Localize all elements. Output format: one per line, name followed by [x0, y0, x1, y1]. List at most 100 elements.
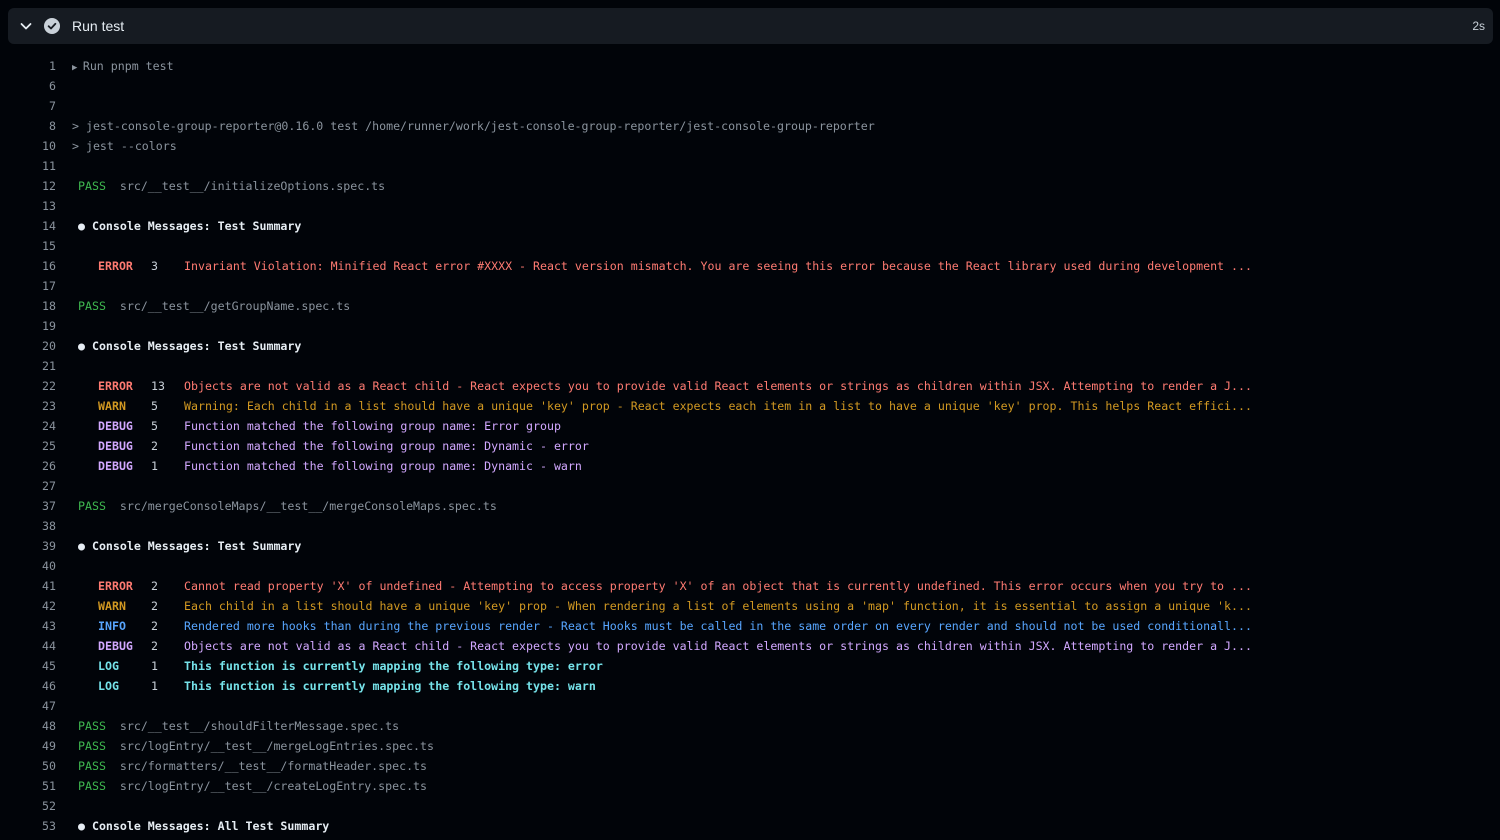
log-line[interactable]: 14 ● Console Messages: Test Summary — [0, 216, 1500, 236]
line-number[interactable]: 38 — [0, 516, 56, 536]
log-line[interactable]: 49 PASS src/logEntry/__test__/mergeLogEnt… — [0, 736, 1500, 756]
log-line[interactable]: 17 — [0, 276, 1500, 296]
line-number[interactable]: 11 — [0, 156, 56, 176]
line-number[interactable]: 6 — [0, 76, 56, 96]
log-line[interactable]: 46 LOG 1 This function is currently mapping… — [0, 676, 1500, 696]
line-number[interactable]: 12 — [0, 176, 56, 196]
log-line[interactable]: 15 — [0, 236, 1500, 256]
line-number[interactable]: 46 — [0, 676, 56, 696]
message-count: 3 — [151, 259, 158, 273]
line-number[interactable]: 44 — [0, 636, 56, 656]
log-level: ERROR — [98, 579, 133, 593]
line-number[interactable]: 8 — [0, 116, 56, 136]
line-number[interactable]: 24 — [0, 416, 56, 436]
line-number[interactable]: 48 — [0, 716, 56, 736]
message-text: Cannot read property 'X' of undefined - … — [184, 579, 1252, 593]
log-line[interactable]: 1 ▶ Run pnpm test — [0, 56, 1500, 76]
line-number[interactable]: 23 — [0, 396, 56, 416]
log-line[interactable]: 13 — [0, 196, 1500, 216]
pass-badge: PASS — [78, 499, 106, 513]
line-number[interactable]: 50 — [0, 756, 56, 776]
log-line[interactable]: 19 — [0, 316, 1500, 336]
log-line[interactable]: 21 — [0, 356, 1500, 376]
log-line[interactable]: 24 DEBUG 5 Function matched the following g… — [0, 416, 1500, 436]
log-line[interactable]: 48 PASS src/__test__/shouldFilterMessage.… — [0, 716, 1500, 736]
line-number[interactable]: 14 — [0, 216, 56, 236]
chevron-down-icon[interactable] — [18, 18, 34, 34]
log-line[interactable]: 43 INFO 2 Rendered more hooks than during t… — [0, 616, 1500, 636]
line-number[interactable]: 26 — [0, 456, 56, 476]
line-number[interactable]: 7 — [0, 96, 56, 116]
line-number[interactable]: 37 — [0, 496, 56, 516]
log-line[interactable]: 27 — [0, 476, 1500, 496]
console-entry: DEBUG 2 Function matched the following gro… — [98, 436, 589, 456]
line-number[interactable]: 42 — [0, 596, 56, 616]
log-line[interactable]: 40 — [0, 556, 1500, 576]
line-number[interactable]: 40 — [0, 556, 56, 576]
line-number[interactable]: 20 — [0, 336, 56, 356]
line-number[interactable]: 45 — [0, 656, 56, 676]
line-number[interactable]: 52 — [0, 796, 56, 816]
line-number[interactable]: 1 — [0, 56, 56, 76]
log-line[interactable]: 10 > jest --colors — [0, 136, 1500, 156]
log-line[interactable]: 42 WARN 2 Each child in a list should have … — [0, 596, 1500, 616]
line-number[interactable]: 27 — [0, 476, 56, 496]
log-line[interactable]: 45 LOG 1 This function is currently mapping… — [0, 656, 1500, 676]
log-line[interactable]: 53 ● Console Messages: All Test Summary — [0, 816, 1500, 836]
log-line[interactable]: 37 PASS src/mergeConsoleMaps/__test__/mer… — [0, 496, 1500, 516]
log-line[interactable]: 7 — [0, 96, 1500, 116]
test-result: PASS src/__test__/shouldFilterMessage.sp… — [78, 716, 399, 736]
log-line[interactable]: 16 ERROR 3 Invariant Violation: Minified Re… — [0, 256, 1500, 276]
line-number[interactable]: 49 — [0, 736, 56, 756]
line-number[interactable]: 51 — [0, 776, 56, 796]
log-level: DEBUG — [98, 439, 133, 453]
log-line[interactable]: 41 ERROR 2 Cannot read property 'X' of unde… — [0, 576, 1500, 596]
test-result: PASS src/logEntry/__test__/mergeLogEntri… — [78, 736, 434, 756]
group-label: Run pnpm test — [82, 59, 174, 73]
message-text: Objects are not valid as a React child -… — [184, 379, 1252, 393]
line-number[interactable]: 15 — [0, 236, 56, 256]
line-number[interactable]: 10 — [0, 136, 56, 156]
log-line[interactable]: 20 ● Console Messages: Test Summary — [0, 336, 1500, 356]
log-line[interactable]: 6 — [0, 76, 1500, 96]
line-number[interactable]: 53 — [0, 816, 56, 836]
log-line[interactable]: 8 > jest-console-group-reporter@0.16.0 te… — [0, 116, 1500, 136]
line-number[interactable]: 21 — [0, 356, 56, 376]
message-text: Objects are not valid as a React child -… — [184, 639, 1252, 653]
line-number[interactable]: 47 — [0, 696, 56, 716]
log-line[interactable]: 23 WARN 5 Warning: Each child in a list sho… — [0, 396, 1500, 416]
log-line[interactable]: 52 — [0, 796, 1500, 816]
log-line[interactable]: 44 DEBUG 2 Objects are not valid as a React… — [0, 636, 1500, 656]
log-line[interactable]: 38 — [0, 516, 1500, 536]
message-count: 2 — [151, 439, 158, 453]
log-line[interactable]: 12 PASS src/__test__/initializeOptions.sp… — [0, 176, 1500, 196]
line-number[interactable]: 22 — [0, 376, 56, 396]
console-entry: ERROR 3 Invariant Violation: Minified Reac… — [98, 256, 1252, 276]
line-number[interactable]: 19 — [0, 316, 56, 336]
log-group-toggle[interactable]: ▶ Run pnpm test — [72, 56, 174, 78]
log-level: WARN — [98, 399, 126, 413]
test-file-path: src/logEntry/__test__/mergeLogEntries.sp… — [119, 739, 434, 753]
log-line[interactable]: 25 DEBUG 2 Function matched the following g… — [0, 436, 1500, 456]
log-line[interactable]: 50 PASS src/formatters/__test__/formatHea… — [0, 756, 1500, 776]
log-line[interactable]: 47 — [0, 696, 1500, 716]
step-header[interactable]: Run test 2s — [8, 8, 1493, 44]
line-number[interactable]: 25 — [0, 436, 56, 456]
line-number[interactable]: 16 — [0, 256, 56, 276]
log-line[interactable]: 18 PASS src/__test__/getGroupName.spec.ts — [0, 296, 1500, 316]
log-level: INFO — [98, 619, 126, 633]
triangle-right-icon[interactable]: ▶ — [72, 63, 83, 73]
line-number[interactable]: 41 — [0, 576, 56, 596]
line-number[interactable]: 17 — [0, 276, 56, 296]
line-number[interactable]: 39 — [0, 536, 56, 556]
log-line[interactable]: 22 ERROR 13 Objects are not valid as a Reac… — [0, 376, 1500, 396]
log-line[interactable]: 11 — [0, 156, 1500, 176]
test-result: PASS src/mergeConsoleMaps/__test__/merge… — [78, 496, 497, 516]
log-line[interactable]: 51 PASS src/logEntry/__test__/createLogEn… — [0, 776, 1500, 796]
log-line[interactable]: 39 ● Console Messages: Test Summary — [0, 536, 1500, 556]
log-line[interactable]: 26 DEBUG 1 Function matched the following g… — [0, 456, 1500, 476]
message-count: 2 — [151, 579, 158, 593]
line-number[interactable]: 13 — [0, 196, 56, 216]
line-number[interactable]: 18 — [0, 296, 56, 316]
line-number[interactable]: 43 — [0, 616, 56, 636]
